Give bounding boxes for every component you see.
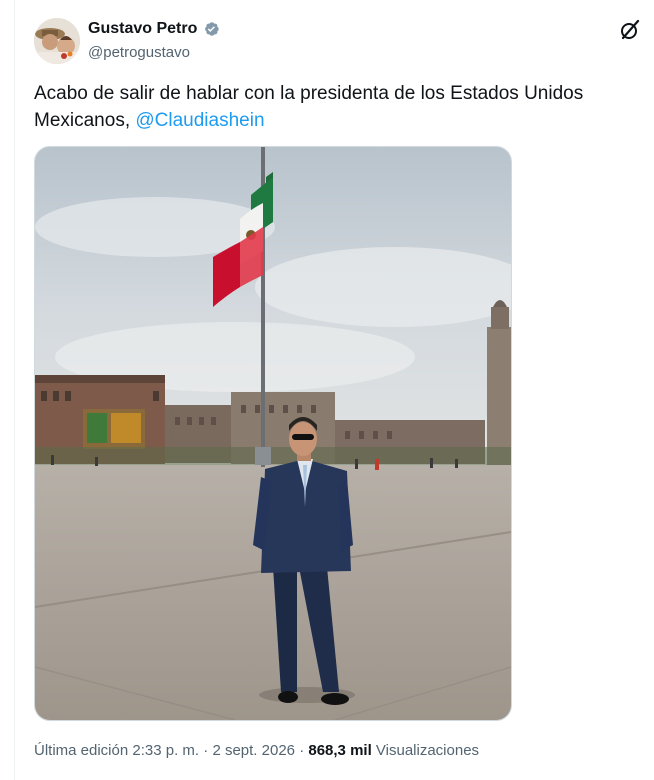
timeline-border [14,0,15,780]
edited-label[interactable]: Última edición [34,742,128,759]
mention-link[interactable]: @Claudiashein [135,110,264,131]
tweet-time[interactable]: 2:33 p. m. [132,742,199,759]
tweet-date[interactable]: 2 sept. 2026 [212,742,295,759]
tweet-photo[interactable] [34,146,512,721]
tweet-card: Gustavo Petro @petrogustavo Acabo de sal… [0,0,654,780]
author-name-row[interactable]: Gustavo Petro [88,19,220,39]
tweet-text-line2: Mexicanos, @Claudiashein [34,107,634,134]
avatar[interactable] [34,18,80,64]
separator: · [203,742,209,759]
separator: · [299,742,305,759]
avatar-photo-icon [34,18,80,64]
verified-badge-icon[interactable] [202,20,220,38]
display-name[interactable]: Gustavo Petro [88,19,197,39]
tweet-text: Acabo de salir de hablar con la presiden… [34,80,634,134]
grok-icon [621,19,640,40]
grok-button[interactable] [618,18,642,42]
views-label[interactable]: Visualizaciones [376,742,479,759]
author-handle[interactable]: @petrogustavo [88,43,190,63]
views-count[interactable]: 868,3 mil [308,742,371,759]
tweet-text-prefix: Mexicanos, [34,110,136,131]
tweet-metadata: Última edición 2:33 p. m. · 2 sept. 2026… [34,740,479,762]
tweet-text-line1: Acabo de salir de hablar con la presiden… [34,83,584,104]
plaza-photo-illustration [35,147,511,720]
